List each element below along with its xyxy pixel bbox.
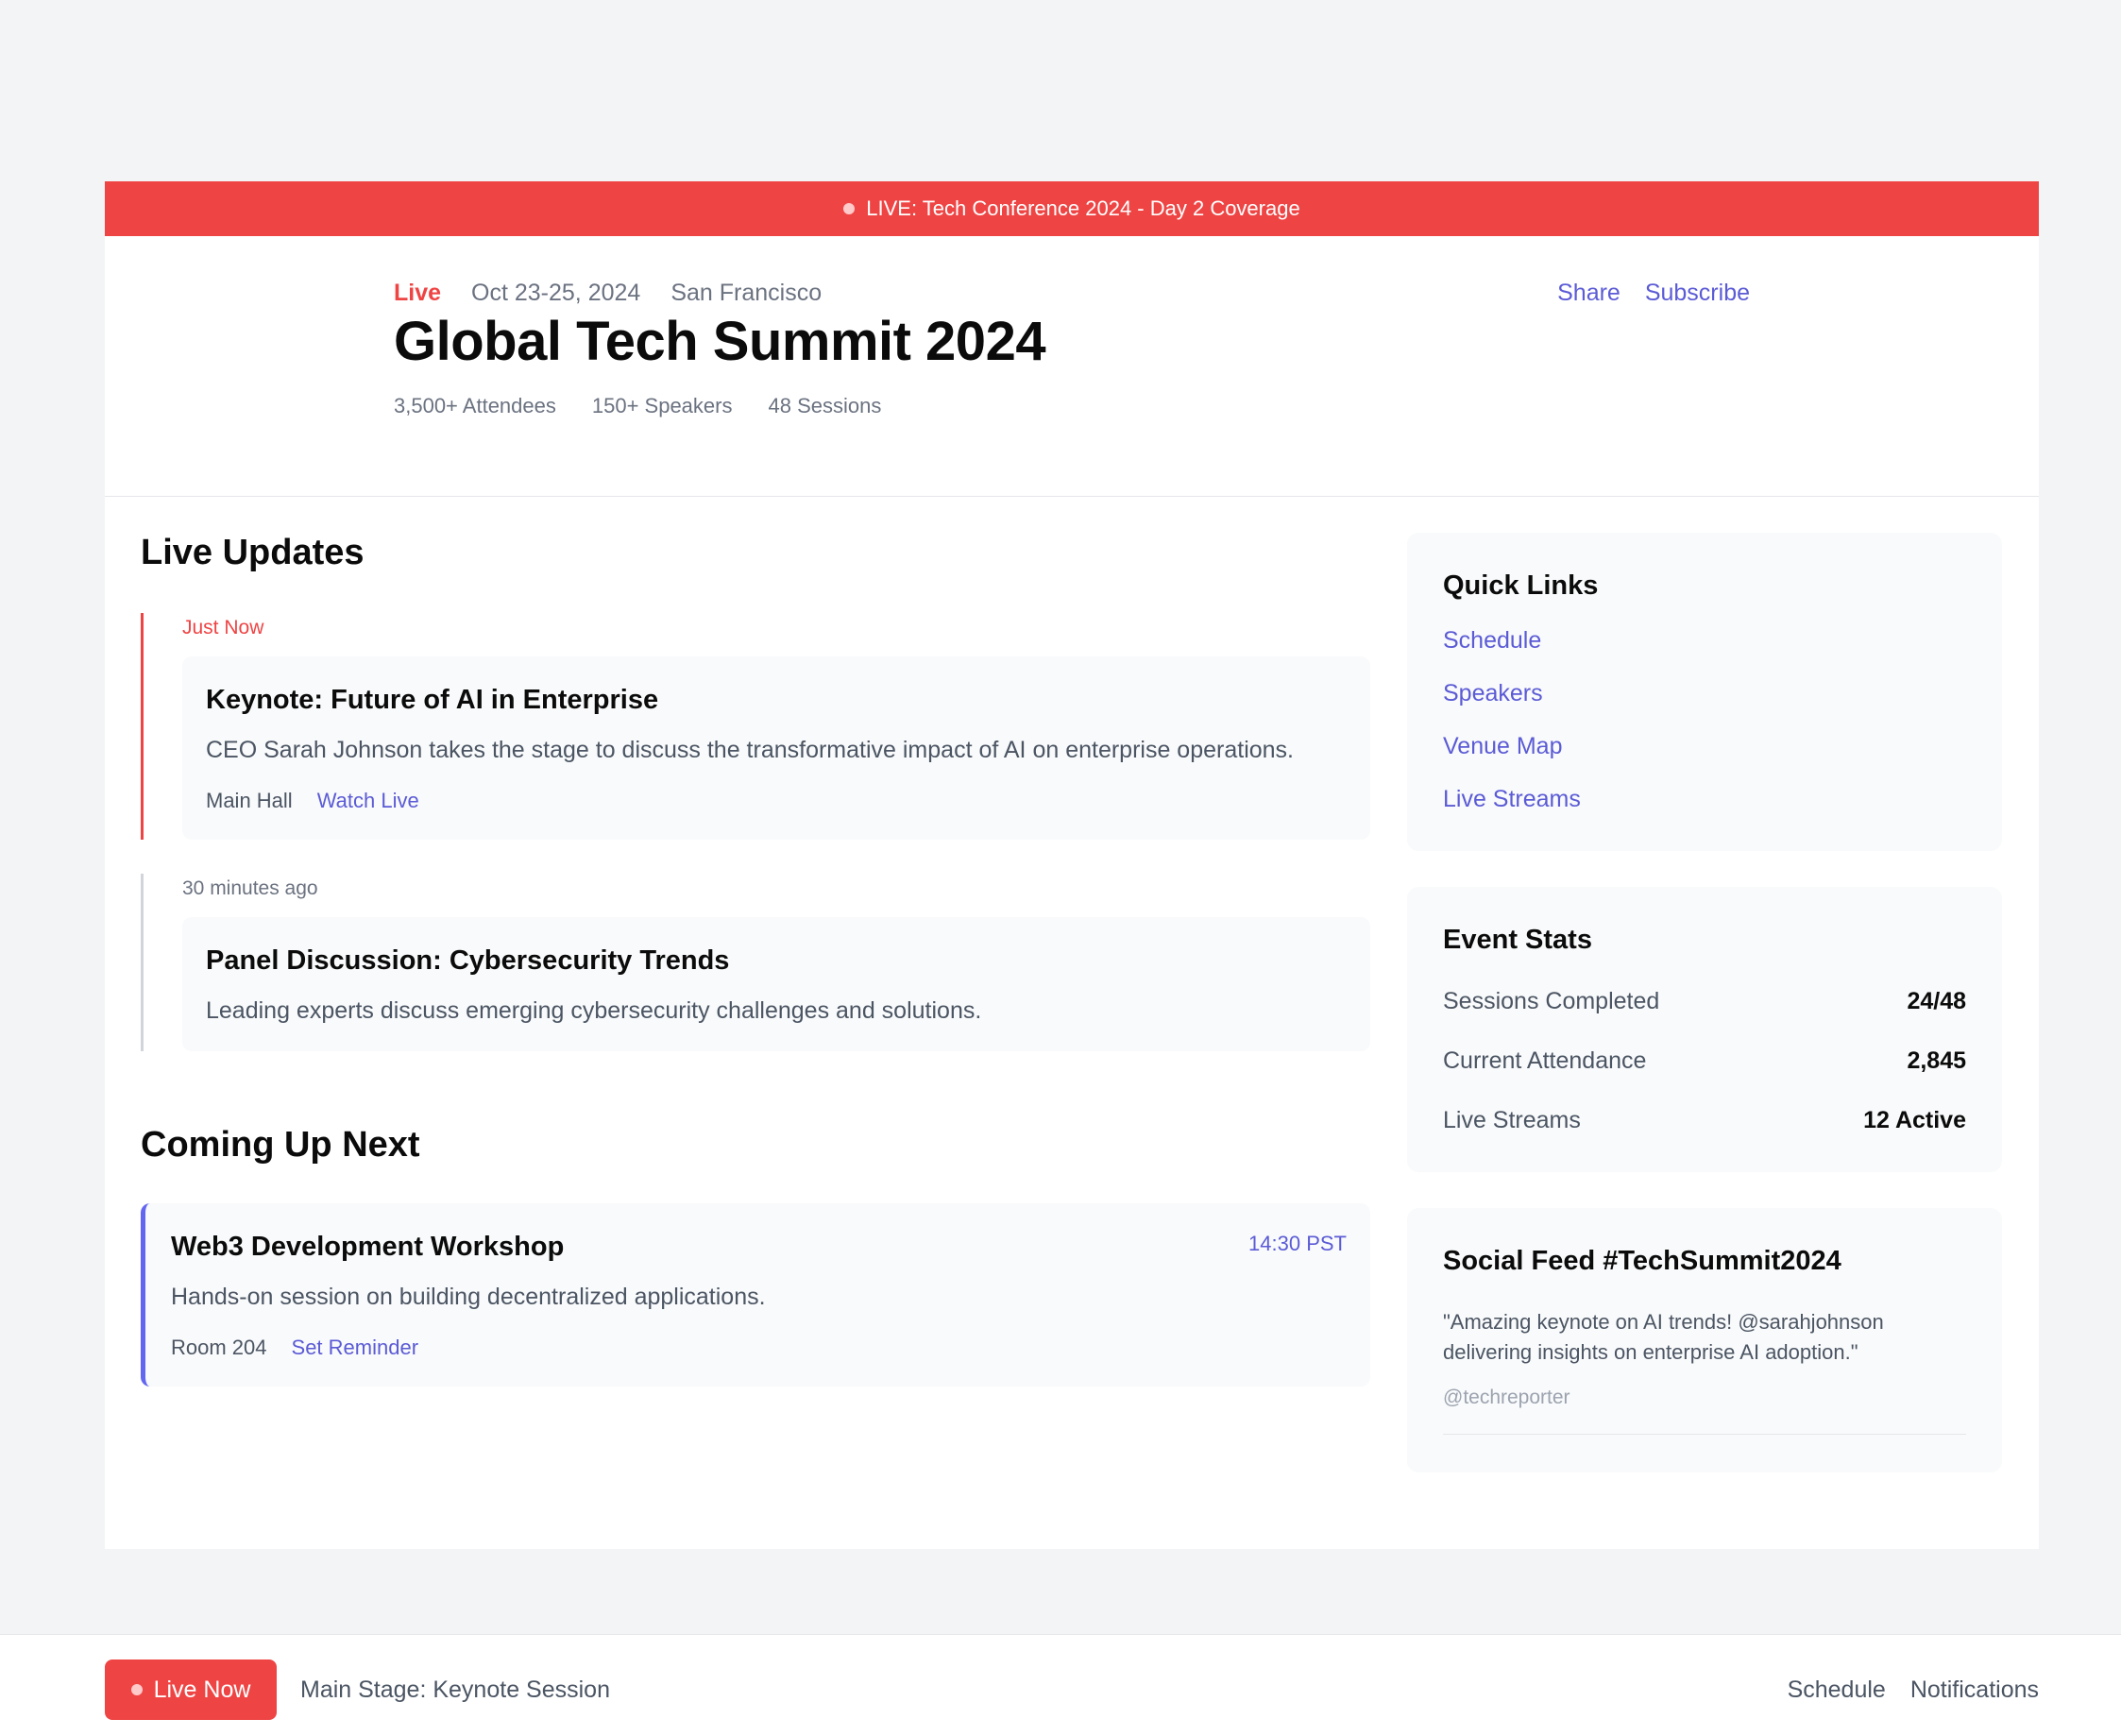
bottom-link-schedule[interactable]: Schedule — [1788, 1676, 1886, 1704]
stat-value: 2,845 — [1907, 1047, 1966, 1074]
quick-link-schedule[interactable]: Schedule — [1443, 627, 1966, 655]
live-now-button[interactable]: Live Now — [105, 1659, 277, 1720]
sidebar: Quick Links Schedule Speakers Venue Map … — [1407, 533, 2002, 1508]
page-container: LIVE: Tech Conference 2024 - Day 2 Cover… — [105, 181, 2039, 1549]
coming-up-title: Coming Up Next — [141, 1125, 420, 1165]
stat-row: Sessions Completed 24/48 — [1443, 988, 1966, 1015]
session-room: Room 204 — [171, 1336, 267, 1359]
update-title: Keynote: Future of AI in Enterprise — [206, 685, 659, 715]
bottom-bar: Live Now Main Stage: Keynote Session Sch… — [0, 1634, 2121, 1736]
share-link[interactable]: Share — [1557, 280, 1620, 307]
now-playing-label: Main Stage: Keynote Session — [300, 1676, 610, 1703]
stat-label: Sessions Completed — [1443, 988, 1660, 1014]
speakers-count: 150+ Speakers — [591, 394, 733, 417]
stat-value: 12 Active — [1863, 1107, 1966, 1133]
update-item: 30 minutes ago Panel Discussion: Cyberse… — [141, 874, 1370, 1051]
social-post-text: "Amazing keynote on AI trends! @sarahjoh… — [1443, 1310, 1884, 1364]
subscribe-link[interactable]: Subscribe — [1645, 280, 1750, 307]
stat-label: Current Attendance — [1443, 1047, 1647, 1074]
live-status: Live — [394, 279, 442, 306]
social-feed-title: Social Feed #TechSummit2024 — [1443, 1246, 1841, 1276]
banner-text: LIVE: Tech Conference 2024 - Day 2 Cover… — [866, 196, 1300, 220]
social-post-handle[interactable]: @techreporter — [1443, 1387, 1966, 1435]
update-title: Panel Discussion: Cybersecurity Trends — [206, 945, 730, 976]
update-description: CEO Sarah Johnson takes the stage to dis… — [206, 737, 1295, 763]
watch-live-link[interactable]: Watch Live — [317, 789, 419, 813]
update-card[interactable]: Keynote: Future of AI in Enterprise CEO … — [182, 656, 1370, 840]
upcoming-session-card[interactable]: 14:30 PST Web3 Development Workshop Hand… — [141, 1203, 1370, 1387]
quick-links-panel: Quick Links Schedule Speakers Venue Map … — [1407, 533, 2002, 851]
session-title: Web3 Development Workshop — [171, 1232, 565, 1262]
update-location: Main Hall — [206, 789, 293, 812]
live-dot-icon — [130, 1684, 143, 1695]
social-feed-panel: Social Feed #TechSummit2024 "Amazing key… — [1407, 1208, 2002, 1472]
bottom-link-notifications[interactable]: Notifications — [1910, 1676, 2039, 1704]
quick-links-title: Quick Links — [1443, 570, 1599, 601]
event-summary: 3,500+ Attendees 150+ Speakers 48 Sessio… — [394, 394, 1750, 418]
update-item: Just Now Keynote: Future of AI in Enterp… — [141, 613, 1370, 840]
stat-row: Live Streams 12 Active — [1443, 1107, 1966, 1134]
stat-label: Live Streams — [1443, 1107, 1581, 1133]
update-time: Just Now — [182, 617, 264, 638]
live-now-label: Live Now — [153, 1676, 251, 1703]
stat-value: 24/48 — [1907, 988, 1966, 1014]
session-description: Hands-on session on building decentraliz… — [171, 1284, 766, 1310]
live-dot-icon — [843, 203, 856, 214]
event-stats-panel: Event Stats Sessions Completed 24/48 Cur… — [1407, 887, 2002, 1172]
sessions-count: 48 Sessions — [768, 394, 882, 417]
event-date: Oct 23-25, 2024 — [471, 279, 641, 306]
update-time: 30 minutes ago — [182, 877, 318, 899]
set-reminder-link[interactable]: Set Reminder — [292, 1336, 419, 1360]
page-title: Global Tech Summit 2024 — [394, 311, 1046, 372]
main-content: Live Updates Just Now Keynote: Future of… — [141, 533, 1370, 1387]
event-header: Live Oct 23-25, 2024 San Francisco Share… — [105, 236, 2039, 497]
update-description: Leading experts discuss emerging cyberse… — [206, 997, 982, 1024]
session-time: 14:30 PST — [1248, 1232, 1347, 1255]
attendees-count: 3,500+ Attendees — [394, 394, 556, 417]
live-updates-title: Live Updates — [141, 533, 365, 572]
live-banner[interactable]: LIVE: Tech Conference 2024 - Day 2 Cover… — [105, 181, 2039, 236]
quick-link-speakers[interactable]: Speakers — [1443, 680, 1966, 707]
stat-row: Current Attendance 2,845 — [1443, 1047, 1966, 1075]
quick-link-live-streams[interactable]: Live Streams — [1443, 786, 1966, 813]
update-card[interactable]: Panel Discussion: Cybersecurity Trends L… — [182, 917, 1370, 1051]
event-location: San Francisco — [670, 279, 823, 306]
quick-link-venue-map[interactable]: Venue Map — [1443, 733, 1966, 760]
event-stats-title: Event Stats — [1443, 925, 1592, 955]
